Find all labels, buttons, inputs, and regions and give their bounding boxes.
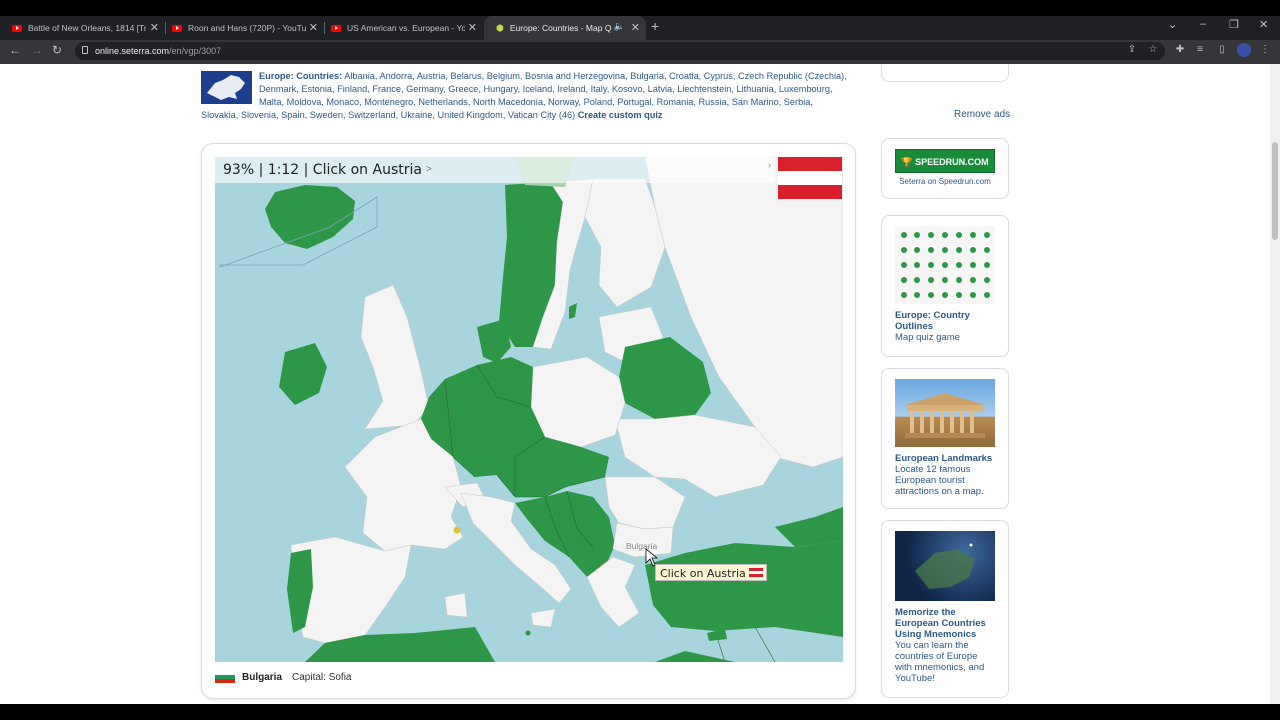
mnemonics-title[interactable]: Memorize the European Countries Using Mn… (895, 607, 995, 640)
country-outlines-thumbnail (895, 226, 995, 304)
tab-strip: Battle of New Orleans, 1814 [Tra ✕ Roon … (0, 16, 1280, 40)
tab-search-chevron-icon[interactable]: ⌄ (1168, 18, 1177, 31)
tab-title: US American vs. European - YouT (347, 23, 465, 33)
tab-title: Roon and Hans (720P) - YouTube (188, 23, 306, 33)
window-close-button[interactable]: ✕ (1259, 18, 1268, 31)
country-outlines-card[interactable]: Europe: Country Outlines Map quiz game (881, 215, 1009, 357)
tab-title: Europe: Countries - Map Qui (509, 23, 612, 33)
reload-icon[interactable]: ↻ (52, 43, 62, 57)
close-icon[interactable]: ✕ (468, 21, 477, 34)
quiz-status-text: 93% | 1:12 | Click on Austria (223, 162, 422, 178)
close-icon[interactable]: ✕ (631, 21, 640, 34)
page-scrollbar[interactable] (1270, 64, 1280, 704)
country-outlines-subtitle: Map quiz game (895, 332, 960, 343)
european-landmarks-card[interactable]: European Landmarks Locate 12 famous Euro… (881, 368, 1009, 509)
profile-avatar[interactable] (1237, 43, 1251, 57)
chevron-right-icon[interactable]: › (768, 160, 771, 170)
youtube-icon (172, 24, 182, 32)
close-icon[interactable]: ✕ (309, 21, 318, 34)
quiz-description: Europe: Countries: Albania, Andorra, Aus… (201, 70, 851, 122)
omnibox[interactable] (75, 42, 1165, 60)
speedrun-card-caption: Seterra on Speedrun.com (899, 177, 991, 186)
new-tab-button[interactable]: + (651, 18, 659, 34)
speedrun-logo-text: SPEEDRUN.COM (915, 157, 989, 167)
tab-us-american-vs-european[interactable]: US American vs. European - YouT ✕ (319, 16, 483, 40)
minimize-button[interactable]: – (1200, 18, 1206, 30)
quiz-list-label: Europe: Countries: (259, 71, 343, 81)
share-icon[interactable]: ⇪ (1127, 45, 1137, 55)
tab-title: Battle of New Orleans, 1814 [Tra (28, 23, 146, 33)
browser-menu-icon[interactable]: ⋮ (1260, 45, 1270, 55)
tab-europe-countries-map-quiz[interactable]: ⬢ Europe: Countries - Map Qui 🔈 ✕ (484, 16, 646, 40)
next-arrow[interactable]: > (426, 164, 432, 175)
selected-country-caption: Bulgaria Capital: Sofia (215, 669, 352, 685)
europe-thumbnail-map (201, 71, 252, 104)
tab-battle-of-new-orleans[interactable]: Battle of New Orleans, 1814 [Tra ✕ (0, 16, 165, 40)
back-arrow-icon[interactable]: ← (9, 43, 21, 57)
youtube-icon (12, 24, 22, 32)
create-custom-quiz-link[interactable]: Create custom quiz (578, 110, 663, 120)
forward-arrow-icon[interactable]: → (31, 43, 43, 57)
mnemonics-subtitle: You can learn the countries of Europe wi… (895, 640, 985, 684)
extensions-puzzle-icon[interactable]: ✚ (1175, 45, 1185, 55)
close-icon[interactable]: ✕ (150, 21, 159, 34)
tab-roon-and-hans[interactable]: Roon and Hans (720P) - YouTube ✕ (160, 16, 324, 40)
mnemonics-card[interactable]: Memorize the European Countries Using Mn… (881, 520, 1009, 698)
side-panel-icon[interactable]: ▯ (1217, 45, 1227, 55)
restore-button[interactable]: ❐ (1229, 18, 1239, 31)
austria-flag (778, 157, 842, 199)
parthenon-image (895, 379, 995, 447)
tooltip-text: Click on Austria (660, 567, 746, 580)
austria-flag-icon (749, 568, 763, 577)
bookmark-star-icon[interactable]: ☆ (1148, 45, 1158, 55)
speaker-icon[interactable]: 🔈 (614, 21, 625, 32)
europe-map[interactable]: 93% | 1:12 | Click on Austria > › Bulgar… (215, 157, 843, 662)
trophy-icon: 🏆 (901, 157, 913, 167)
web-page: Europe: Countries: Albania, Andorra, Aus… (0, 64, 1270, 704)
hover-country-label: Bulgaria (626, 541, 658, 551)
sidebar-card-top-partial (881, 64, 1009, 82)
malta-region[interactable] (525, 630, 531, 636)
selected-country-name: Bulgaria (242, 671, 283, 683)
url-path: /en/vgp/3007 (169, 46, 222, 56)
seterra-icon: ⬢ (496, 22, 504, 33)
map-svg[interactable] (215, 157, 843, 662)
url-host: online.seterra.com (95, 46, 170, 56)
speedrun-card[interactable]: 🏆 SPEEDRUN.COM Seterra on Speedrun.com (881, 138, 1009, 199)
scrollbar-thumb[interactable] (1272, 142, 1278, 240)
lock-icon[interactable] (82, 46, 88, 54)
bulgaria-flag-icon (215, 671, 235, 683)
media-queue-icon[interactable]: ≡ (1195, 45, 1205, 55)
screen-bottom-bar (0, 704, 1280, 720)
screen-top-bar (0, 0, 1280, 16)
european-landmarks-title[interactable]: European Landmarks (895, 453, 995, 464)
youtube-icon (331, 24, 341, 32)
click-prompt-tooltip: Click on Austria (655, 564, 767, 581)
speedrun-logo: 🏆 SPEEDRUN.COM (895, 149, 995, 173)
quiz-card: 93% | 1:12 | Click on Austria > › Bulgar… (201, 143, 856, 699)
quiz-status-bar: 93% | 1:12 | Click on Austria > (215, 157, 775, 183)
monaco-marker[interactable] (453, 526, 461, 534)
remove-ads-link[interactable]: Remove ads (954, 109, 1010, 120)
europe-night-map-image (895, 531, 995, 601)
country-outlines-title[interactable]: Europe: Country Outlines (895, 310, 995, 332)
country-count: (46) (558, 110, 576, 120)
url-text[interactable]: online.seterra.com/en/vgp/3007 (95, 46, 221, 56)
selected-country-capital: Capital: Sofia (292, 671, 352, 683)
european-landmarks-subtitle: Locate 12 famous European tourist attrac… (895, 464, 984, 497)
